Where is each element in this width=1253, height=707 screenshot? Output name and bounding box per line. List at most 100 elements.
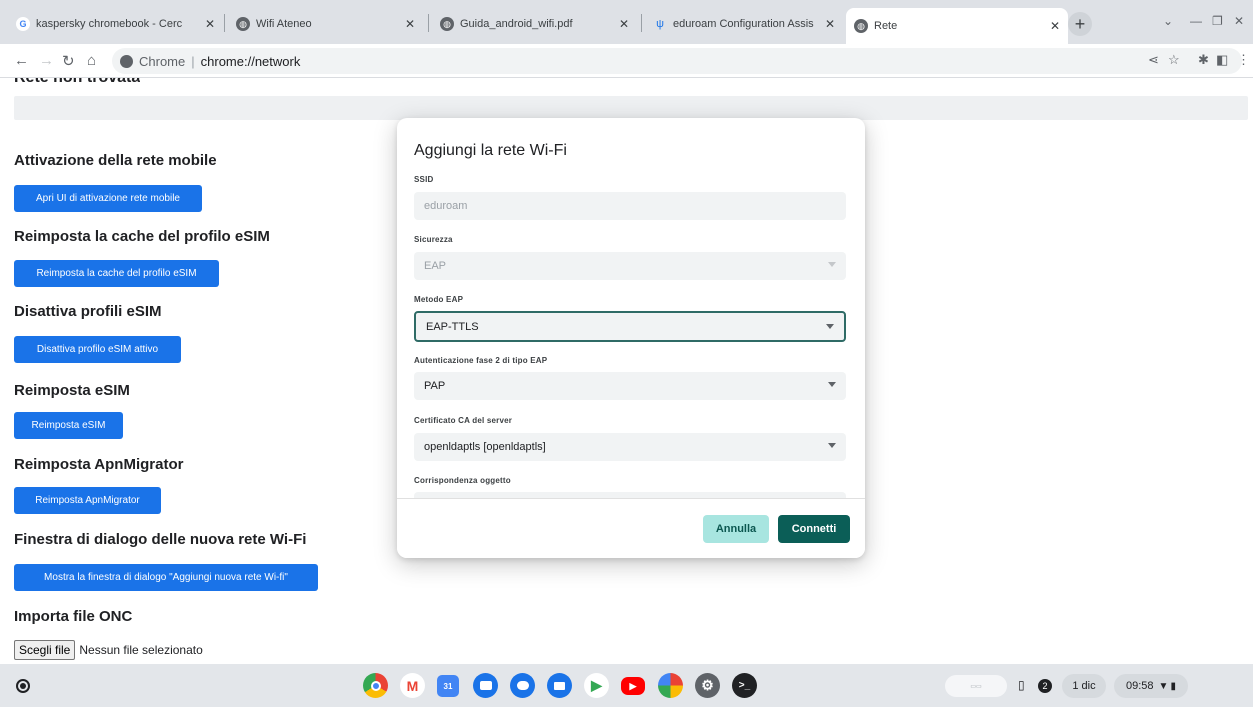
gmail-icon[interactable]: M [400,673,425,698]
tab-kaspersky[interactable]: G kaspersky chromebook - Cerc ✕ [8,10,223,38]
omnibox-separator: | [191,53,195,69]
add-wifi-dialog: Aggiungi la rete Wi-Fi SSID eduroam Sicu… [397,118,865,558]
reset-apn-migrator-button[interactable]: Reimposta ApnMigrator [14,487,161,514]
phase2-auth-value: PAP [424,380,446,392]
close-icon[interactable]: ✕ [619,17,629,31]
side-panel-icon[interactable]: ◧ [1216,52,1228,68]
chrome-icon[interactable] [363,673,388,698]
close-icon[interactable]: ✕ [405,17,415,31]
photos-icon[interactable] [658,673,683,698]
ssid-field[interactable]: eduroam [414,192,846,220]
eduroam-icon: ψ [656,18,664,30]
settings-icon[interactable]: ⚙ [695,673,720,698]
holding-space-thumbnail[interactable]: ▭▭ [945,675,1007,697]
tab-guida-pdf[interactable]: ◍ Guida_android_wifi.pdf ✕ [432,10,637,38]
choose-file-button[interactable]: Scegli file [14,640,76,660]
tab-separator [428,14,429,32]
reset-esim-cache-button[interactable]: Reimposta la cache del profilo eSIM [14,260,219,287]
close-icon[interactable]: ✕ [1050,19,1060,33]
reset-esim-button[interactable]: Reimposta eSIM [14,412,123,439]
minimize-icon[interactable]: — [1190,14,1202,28]
notification-count-badge[interactable]: 2 [1038,679,1052,693]
ssid-label: SSID [414,175,434,184]
window-close-icon[interactable]: ✕ [1234,14,1244,28]
files-icon[interactable] [473,673,498,698]
server-ca-select[interactable]: openldaptls [openldaptls] [414,433,846,461]
back-icon[interactable]: ← [14,52,29,69]
tab-title: Guida_android_wifi.pdf [460,18,573,30]
forward-icon[interactable]: → [39,52,54,69]
tab-title: Rete [874,20,898,32]
bookmark-star-icon[interactable]: ☆ [1168,52,1180,68]
share-icon[interactable]: ⋖ [1148,52,1159,68]
cutoff-heading: Rete non trovata [14,78,140,90]
connect-button[interactable]: Connetti [778,515,850,543]
terminal-icon[interactable]: >_ [732,673,757,698]
tab-separator [641,14,642,32]
browser-toolbar: ← → ↻ ⌂ Chrome | chrome://network ⋖ ☆ ✱ … [0,44,1253,78]
restore-icon[interactable]: ❐ [1212,14,1223,28]
eap-method-value: EAP-TTLS [426,320,479,333]
calendar-icon[interactable]: 31 [437,675,459,697]
address-bar[interactable]: Chrome | chrome://network [112,48,1242,74]
section-disable-esim-title: Disattiva profili eSIM [14,303,162,320]
omnibox-url[interactable]: chrome://network [201,54,301,69]
eap-method-select[interactable]: EAP-TTLS [414,311,846,342]
subject-match-label: Corrispondenza oggetto [414,476,511,485]
security-value: EAP [424,260,447,272]
tab-rete[interactable]: ◍ Rete ✕ [846,8,1068,44]
security-label: Sicurezza [414,235,453,244]
extensions-icon[interactable]: ✱ [1198,52,1209,68]
chevron-down-icon [826,324,834,329]
messages-icon[interactable] [510,673,535,698]
close-icon[interactable]: ✕ [825,17,835,31]
reload-icon[interactable]: ↻ [62,52,75,70]
chevron-down-icon [828,262,836,267]
phase2-auth-label: Autenticazione fase 2 di tipo EAP [414,356,548,365]
meet-icon[interactable] [547,673,572,698]
section-reset-esim-title: Reimposta eSIM [14,382,130,399]
wifi-icon: ▼ [1158,680,1169,692]
date-label: 1 dic [1072,680,1096,692]
dialog-title: Aggiungi la rete Wi-Fi [414,142,567,159]
disable-esim-button[interactable]: Disattiva profilo eSIM attivo [14,336,181,363]
tab-separator [224,14,225,32]
tab-wifi-ateneo[interactable]: ◍ Wifi Ateneo ✕ [228,10,423,38]
omnibox-chip[interactable]: Chrome [120,54,185,69]
play-store-icon[interactable]: ▶ [584,673,609,698]
open-mobile-activation-button[interactable]: Apri UI di attivazione rete mobile [14,185,202,212]
close-icon[interactable]: ✕ [205,17,215,31]
youtube-icon[interactable]: ▶ [621,677,645,695]
security-select[interactable]: EAP [414,252,846,280]
home-icon[interactable]: ⌂ [87,52,96,69]
chevron-down-icon [828,443,836,448]
phase2-auth-select[interactable]: PAP [414,372,846,400]
section-esim-cache-title: Reimposta la cache del profilo eSIM [14,228,270,245]
time-label: 09:58 [1126,680,1154,692]
new-tab-button[interactable]: + [1068,12,1092,36]
globe-icon: ◍ [236,17,250,31]
date-pill[interactable]: 1 dic [1062,674,1106,698]
chevron-down-icon [828,382,836,387]
launcher-icon[interactable] [16,679,30,693]
dialog-footer: Annulla Connetti [397,498,865,558]
globe-icon: ◍ [440,17,454,31]
menu-icon[interactable]: ⋮ [1237,52,1250,68]
network-list-bar [14,96,1248,120]
phone-hub-icon[interactable]: ▯ [1018,678,1025,692]
cancel-button[interactable]: Annulla [703,515,769,543]
tab-search-icon[interactable]: ⌄ [1163,14,1173,28]
section-import-onc-title: Importa file ONC [14,608,133,625]
tab-title: Wifi Ateneo [256,18,312,30]
onc-file-input: Scegli file Nessun file selezionato [14,640,203,660]
status-area[interactable]: 09:58 ▼ ▮ [1114,674,1188,698]
tab-eduroam[interactable]: ψ eduroam Configuration Assis ✕ [645,10,843,38]
server-ca-label: Certificato CA del server [414,416,513,425]
tab-title: kaspersky chromebook - Cerc [36,18,183,30]
omnibox-chip-label: Chrome [139,53,186,69]
section-mobile-activation-title: Attivazione della rete mobile [14,152,217,169]
chrome-logo-icon [120,54,133,68]
show-add-wifi-dialog-button[interactable]: Mostra la finestra di dialogo "Aggiungi … [14,564,318,591]
server-ca-value: openldaptls [openldaptls] [424,441,546,453]
ssid-value: eduroam [424,200,468,212]
